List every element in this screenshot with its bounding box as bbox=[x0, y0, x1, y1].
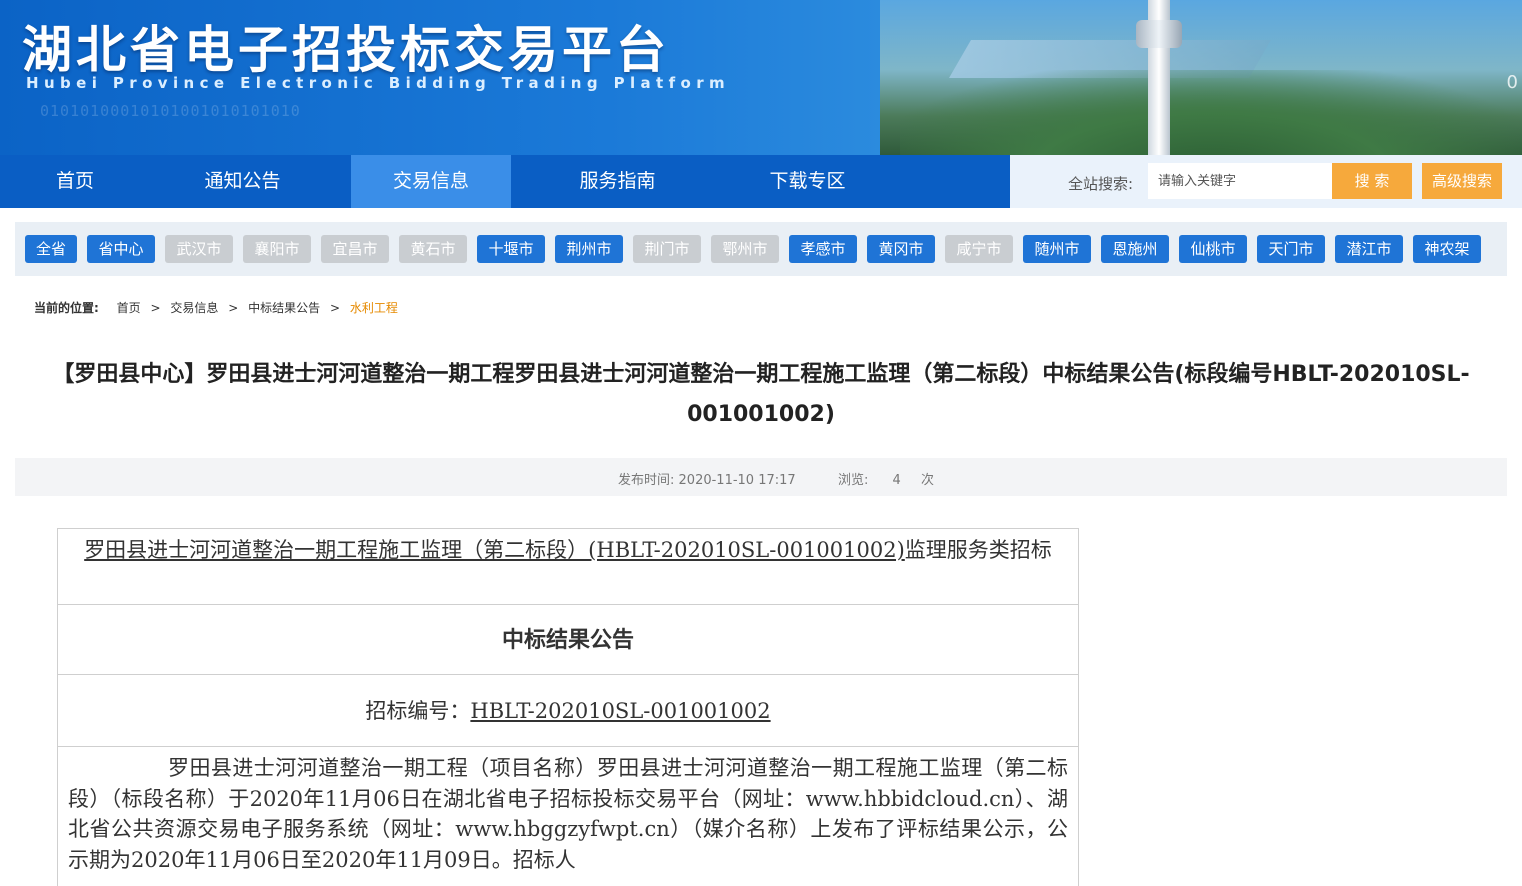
breadcrumb-current[interactable]: 水利工程 bbox=[350, 299, 398, 316]
region-jingzhou[interactable]: 荆州市 bbox=[555, 235, 623, 263]
doc-notice-title: 中标结果公告 bbox=[58, 604, 1078, 674]
breadcrumb-separator: > bbox=[228, 301, 239, 315]
region-xianning[interactable]: 咸宁市 bbox=[945, 235, 1013, 263]
region-qianjiang[interactable]: 潜江市 bbox=[1335, 235, 1403, 263]
breadcrumb: 当前的位置: 首页 > 交易信息 > 中标结果公告 > 水利工程 bbox=[34, 299, 398, 316]
region-shiyan[interactable]: 十堰市 bbox=[477, 235, 545, 263]
doc-header-project: 罗田县进士河河道整治一期工程施工监理（第二标段）(HBLT-202010SL-0… bbox=[84, 538, 905, 562]
doc-body-paragraph: 罗田县进士河河道整治一期工程（项目名称）罗田县进士河河道整治一期工程施工监理（第… bbox=[58, 746, 1078, 886]
region-all-province[interactable]: 全省 bbox=[25, 235, 77, 263]
region-tianmen[interactable]: 天门市 bbox=[1257, 235, 1325, 263]
views-unit: 次 bbox=[920, 473, 934, 488]
region-xiangyang[interactable]: 襄阳市 bbox=[243, 235, 311, 263]
article-title: 【罗田县中心】罗田县进士河河道整治一期工程罗田县进士河河道整治一期工程施工监理（… bbox=[52, 362, 1470, 427]
main-nav: 首页 通知公告 交易信息 服务指南 下载专区 全站搜索: 搜 索 高级搜索 bbox=[0, 155, 1522, 208]
nav-item-service-guide[interactable]: 服务指南 bbox=[530, 155, 705, 208]
breadcrumb-separator: > bbox=[329, 301, 341, 315]
binary-decoration: 01010100010101001010101010 bbox=[40, 102, 301, 120]
publish-info: 发布时间: 2020-11-10 17:17 bbox=[618, 469, 796, 488]
region-yichang[interactable]: 宜昌市 bbox=[321, 235, 389, 263]
breadcrumb-separator: > bbox=[150, 301, 161, 315]
publish-time: 2020-11-10 17:17 bbox=[678, 473, 796, 488]
site-title-english: Hubei Province Electronic Bidding Tradin… bbox=[26, 74, 731, 92]
search-input[interactable] bbox=[1148, 163, 1332, 199]
tv-tower-cap-image bbox=[1136, 20, 1182, 48]
article-meta-bar: 发布时间: 2020-11-10 17:17 浏览: 4 次 bbox=[15, 458, 1507, 496]
search-label: 全站搜索: bbox=[1068, 175, 1134, 193]
nav-bar-slant bbox=[970, 155, 1010, 208]
site-title: 湖北省电子招投标交易平台 bbox=[22, 21, 670, 79]
doc-header-row: 罗田县进士河河道整治一期工程施工监理（第二标段）(HBLT-202010SL-0… bbox=[58, 528, 1078, 604]
nav-item-downloads[interactable]: 下载专区 bbox=[720, 155, 895, 208]
region-jingmen[interactable]: 荆门市 bbox=[633, 235, 701, 263]
bid-number: HBLT-202010SL-001001002 bbox=[470, 699, 771, 723]
region-xiaogan[interactable]: 孝感市 bbox=[789, 235, 857, 263]
doc-bid-number-row: 招标编号：HBLT-202010SL-001001002 bbox=[58, 674, 1078, 746]
notice-document: 罗田县进士河河道整治一期工程施工监理（第二标段）(HBLT-202010SL-0… bbox=[57, 528, 1079, 886]
doc-header-tail: 监理服务类招标 bbox=[904, 538, 1052, 562]
breadcrumb-award-notice[interactable]: 中标结果公告 bbox=[248, 299, 320, 316]
site-banner: 01010100010101001010101010 湖北省电子招投标交易平台 … bbox=[0, 0, 1522, 155]
region-enshi[interactable]: 恩施州 bbox=[1101, 235, 1169, 263]
region-ezhou[interactable]: 鄂州市 bbox=[711, 235, 779, 263]
advanced-search-button[interactable]: 高级搜索 bbox=[1422, 163, 1502, 199]
publish-label: 发布时间: bbox=[618, 473, 675, 488]
hill-image bbox=[900, 70, 1522, 155]
nav-item-trading-info[interactable]: 交易信息 bbox=[351, 155, 511, 208]
breadcrumb-home[interactable]: 首页 bbox=[117, 299, 141, 316]
region-xiantao[interactable]: 仙桃市 bbox=[1179, 235, 1247, 263]
breadcrumb-label: 当前的位置: bbox=[34, 301, 99, 315]
region-huanggang[interactable]: 黄冈市 bbox=[867, 235, 935, 263]
breadcrumb-trading-info[interactable]: 交易信息 bbox=[170, 299, 218, 316]
views-count: 4 bbox=[892, 473, 901, 488]
nav-item-notices[interactable]: 通知公告 bbox=[150, 155, 335, 208]
region-huangshi[interactable]: 黄石市 bbox=[399, 235, 467, 263]
views-info: 浏览: 4 次 bbox=[838, 469, 934, 488]
region-shennongjia[interactable]: 神农架 bbox=[1413, 235, 1481, 263]
banner-corner-digit: 0 bbox=[1506, 72, 1518, 93]
region-suizhou[interactable]: 随州市 bbox=[1023, 235, 1091, 263]
region-provincial-center[interactable]: 省中心 bbox=[87, 235, 155, 263]
search-button[interactable]: 搜 索 bbox=[1332, 163, 1412, 199]
region-filter: 全省 省中心 武汉市 襄阳市 宜昌市 黄石市 十堰市 荆州市 荆门市 鄂州市 孝… bbox=[15, 222, 1507, 276]
bid-number-label: 招标编号： bbox=[365, 699, 471, 723]
nav-item-home[interactable]: 首页 bbox=[0, 155, 150, 208]
views-label: 浏览: bbox=[838, 473, 869, 488]
region-wuhan[interactable]: 武汉市 bbox=[165, 235, 233, 263]
